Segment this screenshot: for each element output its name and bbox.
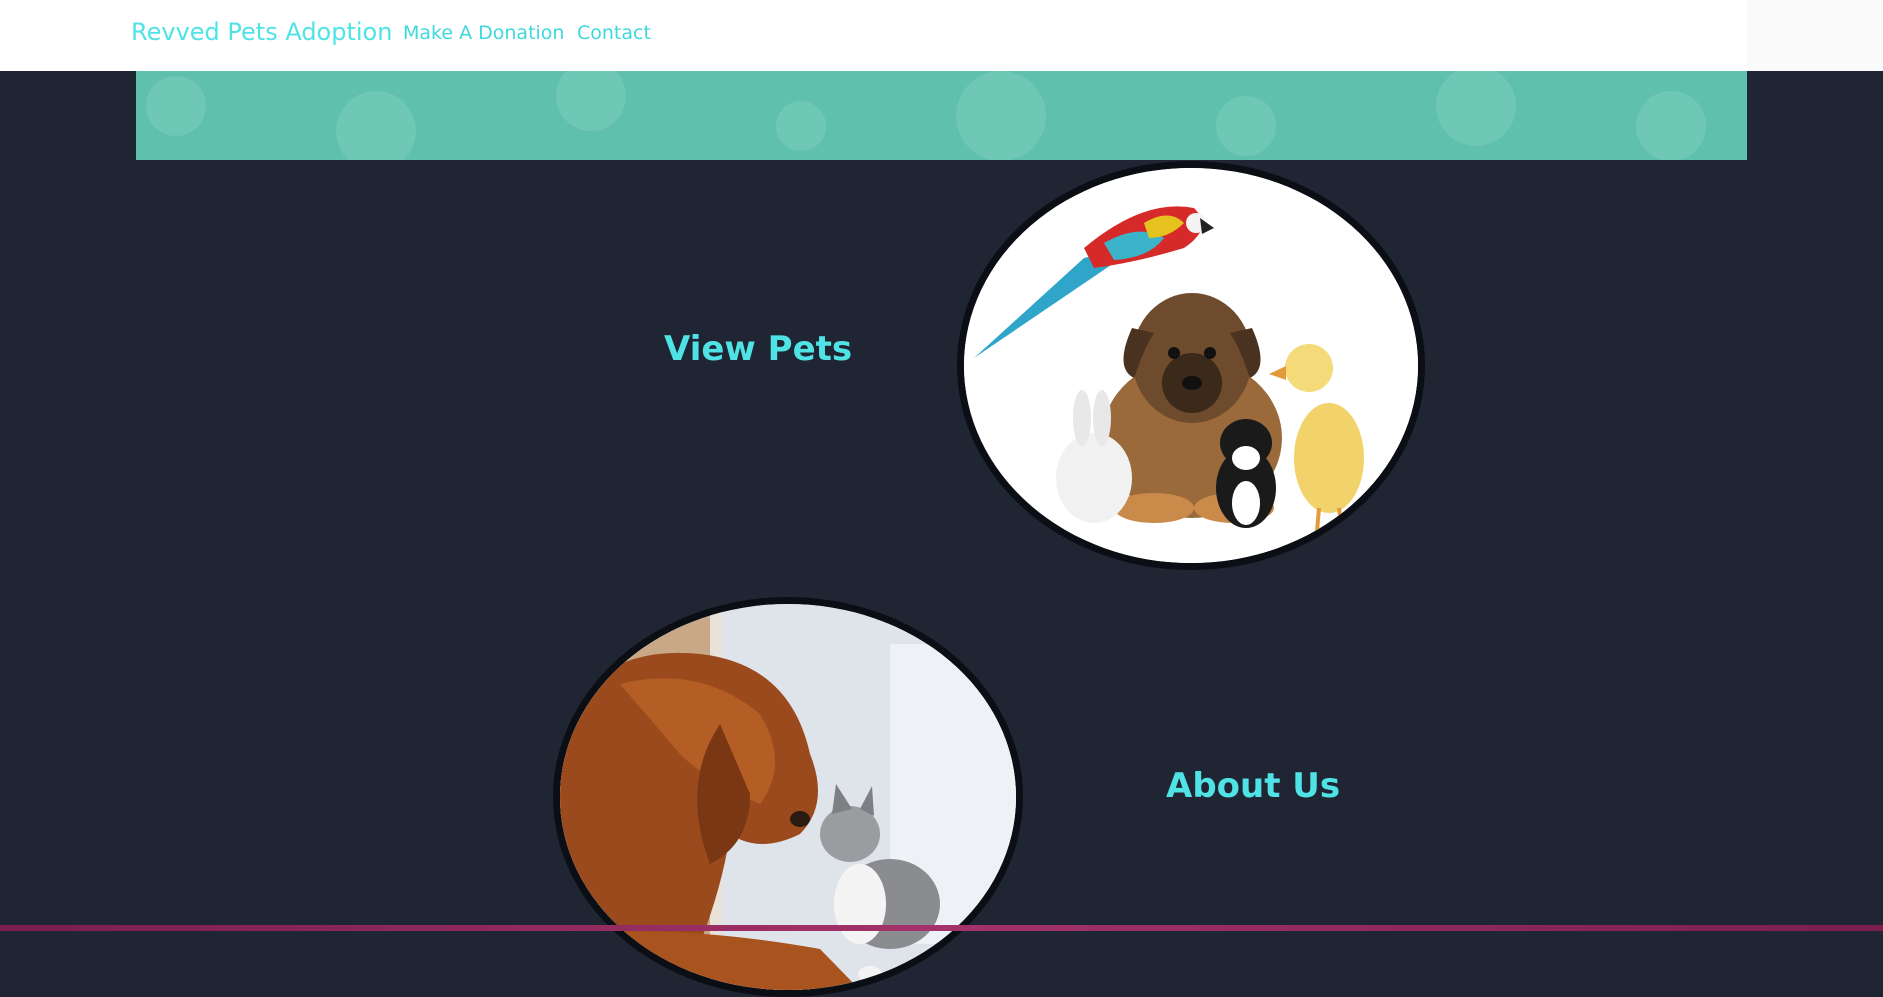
paw-decoration xyxy=(146,76,206,136)
nav-link-make-a-donation[interactable]: Make A Donation xyxy=(403,22,564,44)
nav-link-contact[interactable]: Contact xyxy=(577,22,651,44)
paw-decoration xyxy=(776,101,826,151)
pets-group-image[interactable] xyxy=(957,161,1425,570)
paw-decoration xyxy=(1436,71,1516,146)
about-us-link[interactable]: About Us xyxy=(1166,766,1340,806)
dog-and-kitten-image[interactable] xyxy=(553,597,1023,997)
paw-decoration xyxy=(956,71,1046,160)
paw-decoration xyxy=(556,71,626,131)
dog-and-kitten-illustration xyxy=(560,604,1016,990)
brand-link[interactable]: Revved Pets Adoption xyxy=(131,18,392,46)
pets-group-illustration xyxy=(964,168,1418,563)
paw-decoration xyxy=(336,91,416,160)
footer-accent-bar xyxy=(0,925,1883,931)
view-pets-link[interactable]: View Pets xyxy=(664,329,852,369)
paw-decoration xyxy=(1636,91,1706,160)
navbar: Revved Pets Adoption Make A Donation Con… xyxy=(0,0,1883,71)
paw-decoration xyxy=(1216,96,1276,156)
hero-banner xyxy=(136,71,1747,160)
